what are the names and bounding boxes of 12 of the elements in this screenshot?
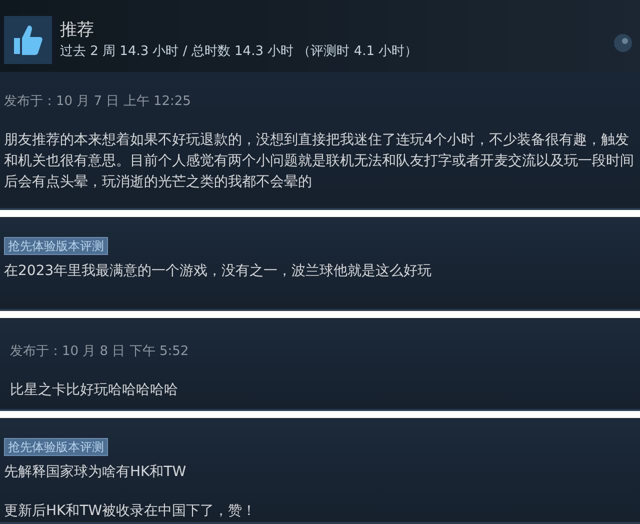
posted-date: 发布于：10 月 8 日 下午 5:52 xyxy=(10,342,190,360)
review-text: 在2023年里我最满意的一个游戏，没有之一，波兰球他就是这么好玩 xyxy=(4,262,433,281)
early-access-badge: 抢先体验版本评测 xyxy=(4,438,108,456)
review-text: 比星之卡比好玩哈哈哈哈哈 xyxy=(10,380,179,400)
review-text: 朋友推荐的本来想着如果不好玩退款的，没想到直接把我迷住了连玩4个小时，不少装备很有趣，触发和机关也很有意思。目前个人感觉有两个小问题就是联机无法和队友打字或者开麦交流以及玩一段时间后会有点头晕，玩消逝的光芒之类的我都不会晕的 xyxy=(4,131,635,192)
verdict-title: 推荐 xyxy=(60,19,95,42)
review-text: 先解释国家球为啥有HK和TW xyxy=(4,463,188,482)
thumbs-up-icon xyxy=(4,16,52,64)
early-access-badge: 抢先体验版本评测 xyxy=(4,237,108,255)
posted-date: 发布于：10 月 7 日 上午 12:25 xyxy=(4,93,192,111)
playtime-text: 过去 2 周 14.3 小时 / 总时数 14.3 小时 （评测时 4.1 小时） xyxy=(60,43,419,61)
review-text: 更新后HK和TW被收录在中国下了，赞！ xyxy=(4,502,258,521)
